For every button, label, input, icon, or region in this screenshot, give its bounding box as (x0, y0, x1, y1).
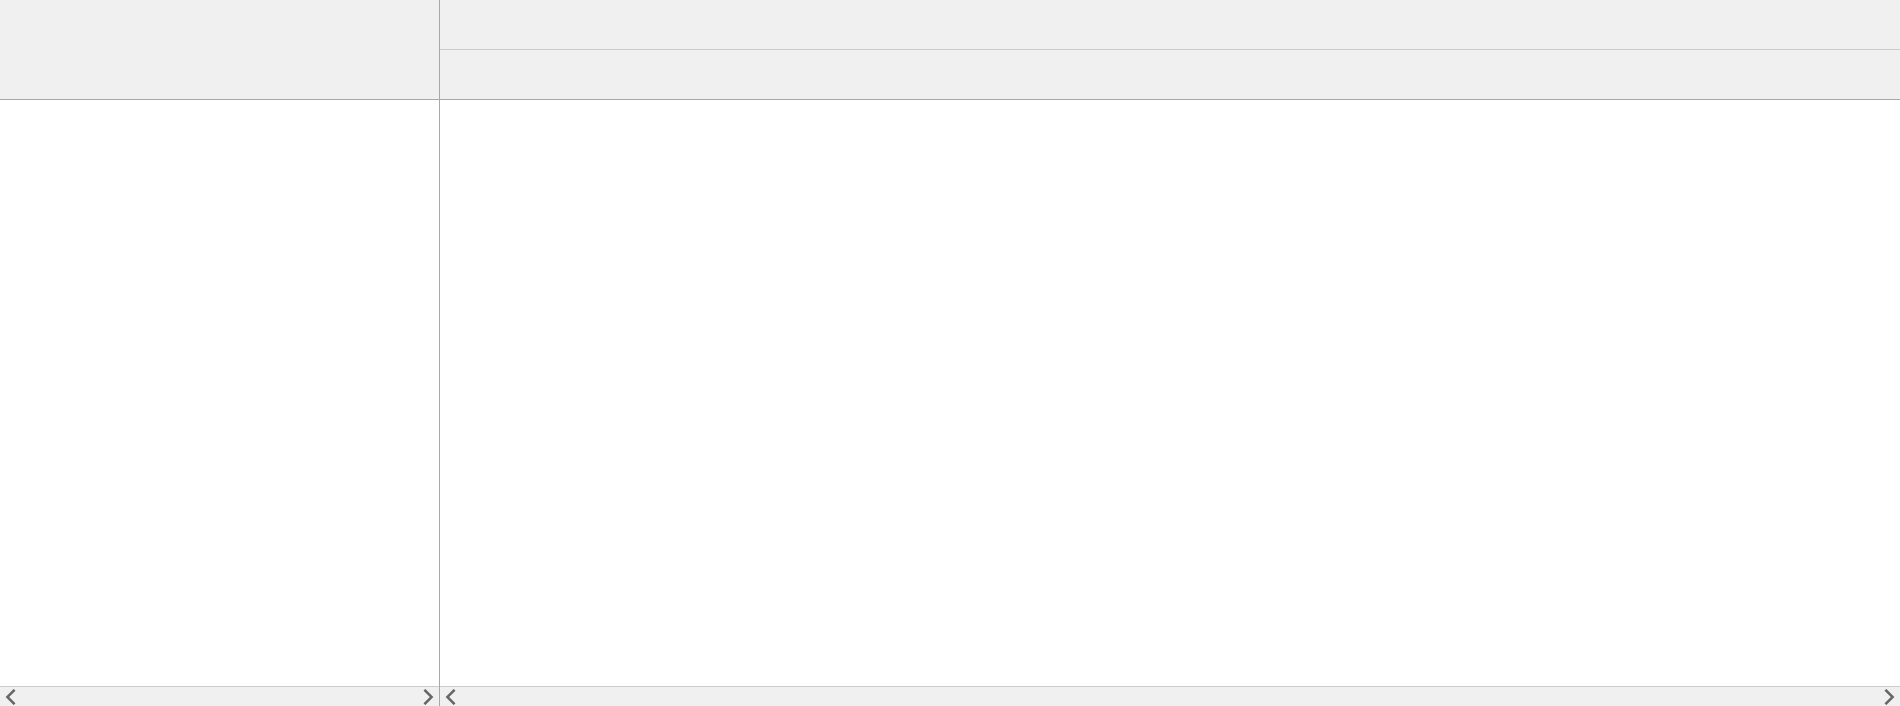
scroll-left-icon[interactable] (442, 689, 460, 705)
scroll-track-right[interactable] (460, 691, 1880, 703)
date-header-row (440, 0, 1900, 50)
task-panel (0, 0, 440, 706)
scroll-right-icon[interactable] (419, 689, 437, 705)
task-column-header[interactable] (0, 0, 439, 100)
gantt-chart-area[interactable] (440, 100, 1900, 686)
timeline-panel (440, 0, 1900, 706)
gantt-app (0, 0, 1900, 706)
scroll-track-left[interactable] (20, 691, 419, 703)
timeline-scrollbar[interactable] (440, 686, 1900, 706)
task-tree (0, 100, 439, 686)
scroll-left-icon[interactable] (2, 689, 20, 705)
hour-header-row (440, 50, 1900, 100)
task-panel-scrollbar[interactable] (0, 686, 439, 706)
scroll-right-icon[interactable] (1880, 689, 1898, 705)
time-header (440, 0, 1900, 100)
